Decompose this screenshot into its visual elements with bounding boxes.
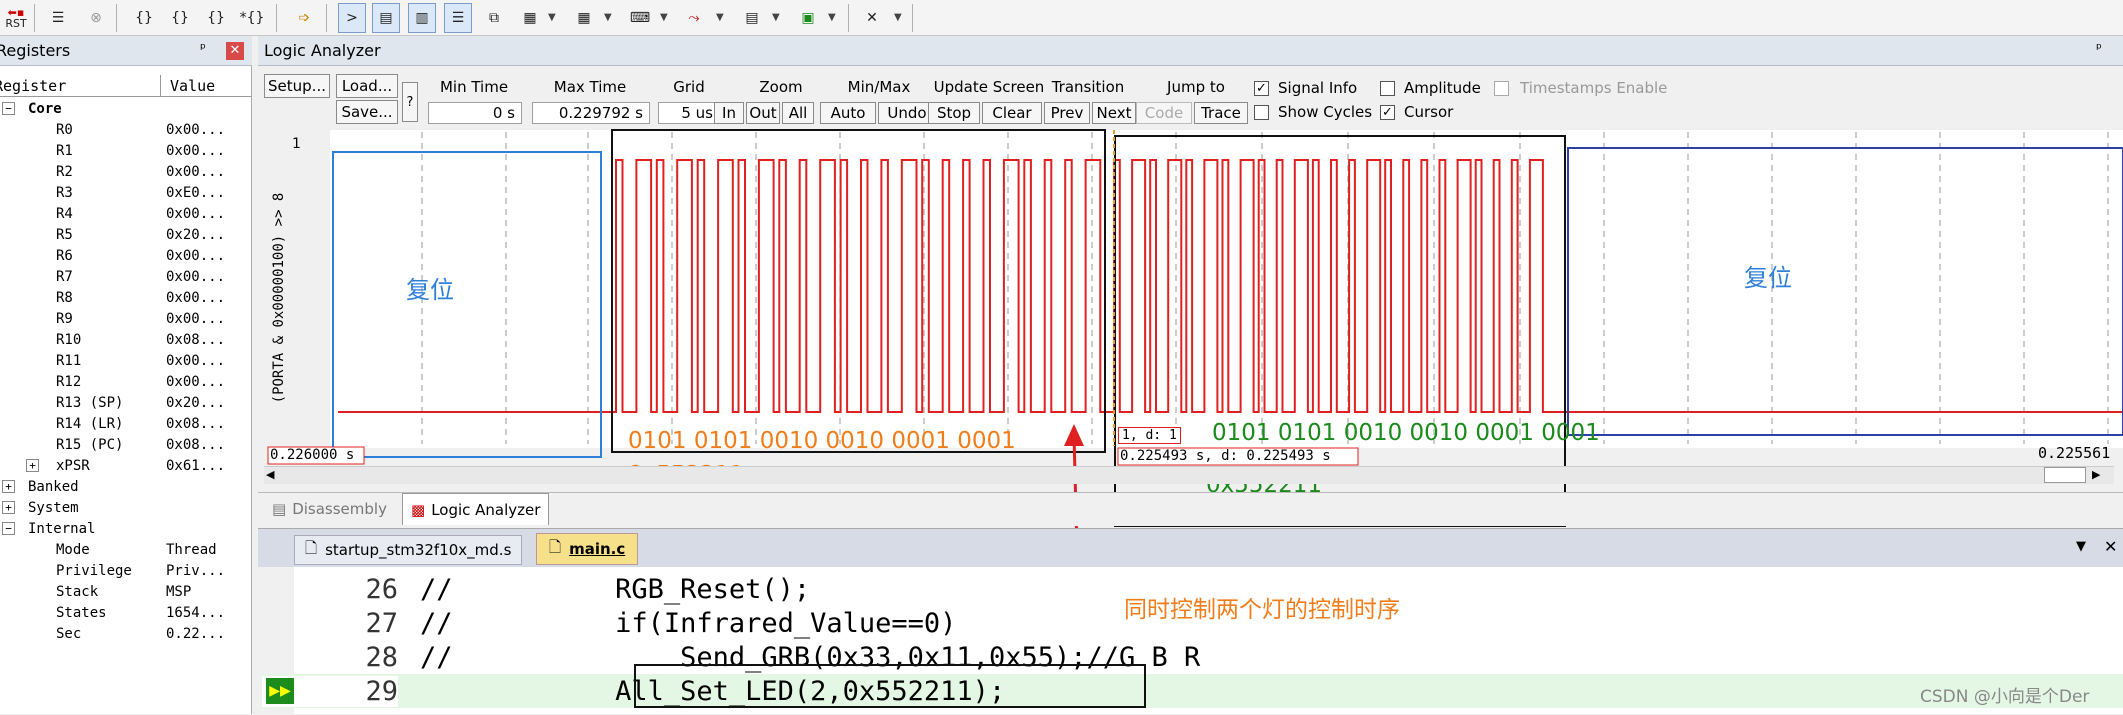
cursor-time: 0.225493 s, d: 0.225493 s bbox=[1120, 448, 1331, 464]
scroll-right-icon[interactable]: ▶ bbox=[2092, 468, 2100, 481]
bits-label-green: 0101 0101 0010 0010 0001 0001 bbox=[1212, 420, 1600, 446]
time-left-label: 0.226000 s bbox=[270, 447, 355, 463]
time-right-label: 0.225561 bbox=[2038, 444, 2111, 462]
waveform-area bbox=[330, 130, 2123, 448]
code-line: 28// Send_GRB(0x33,0x11,0x55);//G B R bbox=[365, 641, 1201, 673]
tab-logic-analyzer[interactable]: ▩ Logic Analyzer bbox=[402, 493, 550, 525]
scroll-thumb[interactable] bbox=[2044, 467, 2086, 483]
disassembly-icon: ▤ bbox=[272, 500, 287, 518]
watermark: CSDN @小向是个Der bbox=[1920, 687, 2090, 707]
chevron-down-icon[interactable]: ▼ bbox=[2076, 539, 2086, 554]
logic-analyzer-icon: ▩ bbox=[411, 500, 426, 519]
horizontal-scrollbar[interactable]: ◀ ▶ bbox=[264, 466, 2114, 484]
current-line-arrow-icon: ▶▶ bbox=[266, 678, 294, 704]
tab-main-c[interactable]: 🗋 main.c bbox=[536, 533, 639, 565]
bits-label-orange: 0101 0101 0010 0010 0001 0001 bbox=[628, 428, 1016, 454]
file-icon: 🗋 bbox=[305, 538, 318, 557]
note-label: 同时控制两个灯的控制时序 bbox=[1124, 597, 1400, 623]
close-icon[interactable]: ✕ bbox=[2104, 537, 2117, 556]
tab-startup-file[interactable]: 🗋 startup_stm32f10x_md.s bbox=[294, 535, 523, 565]
file-icon: 🗋 bbox=[549, 537, 562, 556]
cursor-info: 1, d: 1 bbox=[1118, 427, 1181, 444]
reset-label-right: 复位 bbox=[1744, 264, 1792, 292]
tab-disassembly[interactable]: ▤ Disassembly bbox=[266, 495, 393, 523]
view-tabs: ▤ Disassembly ▩ Logic Analyzer bbox=[258, 492, 2123, 526]
scroll-left-icon[interactable]: ◀ bbox=[266, 468, 274, 481]
reset-label-left: 复位 bbox=[406, 276, 454, 304]
editor-tabbar: 🗋 startup_stm32f10x_md.s 🗋 main.c ▼ ✕ bbox=[258, 529, 2123, 567]
code-line-current: 29 All_Set_LED(2,0x552211); bbox=[262, 674, 2123, 708]
highlight-box bbox=[634, 664, 1146, 708]
